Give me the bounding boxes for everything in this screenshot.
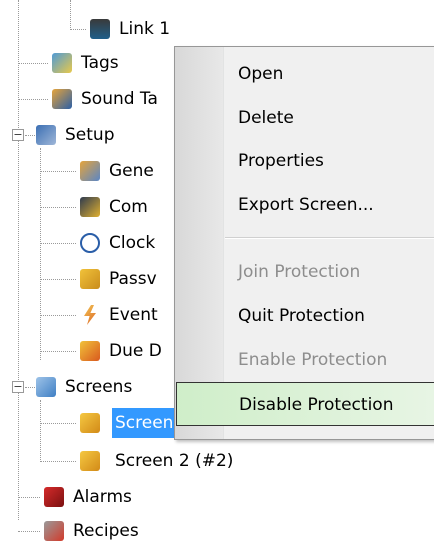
tree-item-due-date[interactable]: Due D (0, 336, 180, 366)
tree-item-label: Gene (109, 161, 154, 181)
general-icon (80, 161, 100, 181)
gears-icon (36, 125, 56, 145)
tree-item-label: Screen 2 (#2) (115, 451, 234, 471)
menu-item-join-protection[interactable]: Join Protection (175, 250, 434, 294)
menu-separator (225, 237, 434, 239)
tree-item-event[interactable]: Event (0, 300, 180, 330)
tree-item-label: Alarms (73, 487, 132, 507)
clock-icon (80, 233, 100, 253)
menu-item-enable-protection[interactable]: Enable Protection (175, 338, 434, 382)
menu-item-label: Join Protection (238, 262, 361, 282)
alarms-icon (44, 487, 64, 507)
communication-icon (80, 197, 100, 217)
menu-item-label: Properties (238, 151, 324, 171)
tree-item-label: Due D (109, 341, 162, 361)
locked-screen-icon (80, 413, 100, 433)
tree-item-label: Passv (109, 269, 157, 289)
tree-item-label: Setup (65, 125, 115, 145)
screens-icon (36, 377, 56, 397)
locked-screen-icon (80, 451, 100, 471)
menu-item-delete[interactable]: Delete (175, 96, 434, 140)
tree-item-label: Sound Ta (81, 89, 158, 109)
tree-item-label: Event (109, 305, 158, 325)
menu-item-properties[interactable]: Properties (175, 139, 434, 183)
tags-icon (52, 53, 72, 73)
menu-item-label: Disable Protection (239, 395, 394, 415)
menu-item-export-screen[interactable]: Export Screen... (175, 183, 434, 227)
menu-item-open[interactable]: Open (175, 52, 434, 96)
sound-tags-icon (52, 89, 72, 109)
tree-item-screen-2[interactable]: Screen 2 (#2) (0, 446, 260, 476)
due-date-icon (80, 341, 100, 361)
tree-item-communication[interactable]: Com (0, 192, 180, 222)
tree-item-password[interactable]: Passv (0, 264, 180, 294)
tree-item-general[interactable]: Gene (0, 156, 180, 186)
menu-item-label: Open (238, 64, 284, 84)
tree-item-sound-tags[interactable]: Sound Ta (0, 84, 180, 114)
tree-item-label: Tags (81, 53, 119, 73)
tree-item-setup[interactable]: − Setup (0, 120, 180, 150)
collapse-toggle-icon[interactable]: − (12, 129, 24, 141)
tree-item-tags[interactable]: Tags (0, 48, 180, 78)
password-icon (80, 269, 100, 289)
tree-item-label: Com (109, 197, 148, 217)
tree-item-label: Link 1 (119, 19, 171, 39)
tree-item-clock[interactable]: Clock (0, 228, 180, 258)
menu-item-label: Export Screen... (238, 195, 374, 215)
event-icon (84, 305, 96, 325)
recipes-icon (44, 521, 64, 541)
menu-item-label: Enable Protection (238, 350, 388, 370)
tree-item-alarms[interactable]: Alarms (0, 482, 180, 512)
collapse-toggle-icon[interactable]: − (12, 381, 24, 393)
menu-item-quit-protection[interactable]: Quit Protection (175, 294, 434, 338)
network-card-icon (90, 19, 110, 39)
menu-item-label: Quit Protection (238, 306, 365, 326)
context-menu: Open Delete Properties Export Screen... … (174, 46, 434, 440)
tree-item-recipes[interactable]: Recipes (0, 516, 180, 546)
menu-item-disable-protection[interactable]: Disable Protection (176, 382, 434, 426)
tree-item-label: Clock (109, 233, 156, 253)
tree-line (18, 0, 19, 520)
tree-item-screens[interactable]: − Screens (0, 372, 180, 402)
tree-item-link-1[interactable]: Link 1 (0, 14, 200, 44)
tree-item-label: Screens (65, 377, 133, 397)
tree-item-label: Recipes (73, 521, 139, 541)
menu-item-label: Delete (238, 108, 294, 128)
